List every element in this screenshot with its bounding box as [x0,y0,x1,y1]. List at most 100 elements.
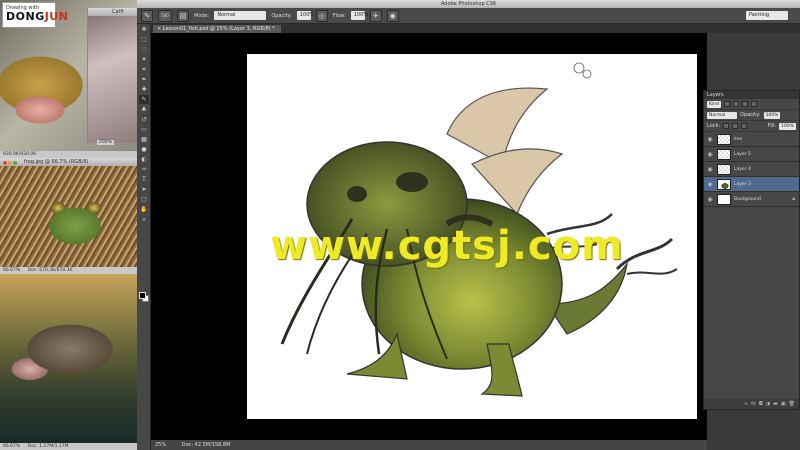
canvas-area[interactable]: www.cgtsj.com [151,33,707,440]
layers-filter-row: Kind [704,99,799,110]
fill-field[interactable]: 100% [779,122,796,130]
move-tool-icon[interactable]: ✥ [139,25,149,34]
layers-panel: Layers Kind Normal Opacity: 100% Lock: F… [703,90,800,410]
document-tab-bar: × Lesson01_fish.psd @ 25% (Layer 3, RGB/… [151,24,800,33]
brush-preset-icon[interactable]: ✎ [141,9,153,22]
pen-tool-icon[interactable]: ✑ [139,165,149,174]
healing-tool-icon[interactable]: ✚ [139,85,149,94]
blend-mode-select[interactable]: Normal [707,111,737,119]
type-tool-icon[interactable]: T [139,175,149,184]
status-zoom[interactable]: 25% [155,442,166,448]
history-brush-tool-icon[interactable]: ↺ [139,115,149,124]
frog-window-titlebar[interactable]: frog.jpg @ 66.7% (RGB/8) [0,158,137,166]
eye-icon[interactable]: ◉ [706,181,714,188]
link-layers-icon[interactable]: ∞ [744,401,748,407]
shape-tool-icon[interactable]: ▢ [139,195,149,204]
workspace-switcher[interactable]: Painting [746,11,788,20]
frog-window-status: 66.67% Doc: 670.3K/670.3K [0,267,137,274]
opacity-field[interactable]: 100% [296,11,314,20]
zoom-icon[interactable] [13,161,17,165]
eye-icon[interactable]: ◉ [706,151,714,158]
reference-inset-window[interactable]: Catfi [87,8,137,143]
inset-zoom-readout: 200% [97,140,114,145]
fish-window-doc-size: 930.0K/930.0K [3,152,37,157]
layer-row-selected[interactable]: ◉ Layer 3 [704,177,799,192]
layer-row[interactable]: ◉ Background 🔒︎ [704,192,799,207]
document-tab-label: Lesson01_fish.psd @ 25% (Layer 3, RGB/8)… [162,26,275,32]
eye-icon[interactable]: ◉ [706,136,714,143]
layer-thumbnail [717,163,731,175]
airbrush-icon[interactable]: ✈ [369,9,382,22]
pressure-opacity-icon[interactable]: ◎ [315,9,328,22]
clone-stamp-tool-icon[interactable]: ♣ [139,105,149,114]
reference-window-frog[interactable]: frog.jpg @ 66.7% (RGB/8) 66.67% Doc: 670… [0,158,137,274]
close-icon[interactable] [3,161,7,165]
fish-window-status: 930.0K/930.0K [0,151,137,158]
layer-kind-filter[interactable]: Kind [707,100,721,108]
reference-window-catfish[interactable]: 66.67% Doc: 1.17M/1.17M [0,274,137,450]
layer-row[interactable]: ◉ Layer 5 [704,147,799,162]
dodge-tool-icon[interactable]: ◐ [139,155,149,164]
lock-position-icon[interactable] [741,123,748,129]
lock-pixels-icon[interactable] [732,123,739,129]
lasso-tool-icon[interactable]: ◌ [139,45,149,54]
frog-window-zoom: 66.67% [3,268,21,273]
crop-tool-icon[interactable]: ⌗ [139,65,149,74]
layer-row[interactable]: ◉ Layer 4 [704,162,799,177]
logo-wordmark: DONGJUN [6,11,68,23]
new-group-icon[interactable]: ▬ [773,401,778,407]
path-select-tool-icon[interactable]: ➤ [139,185,149,194]
filter-pixel-icon[interactable] [723,101,730,107]
layer-name: Layer 4 [734,166,751,172]
tools-panel: ✥ ⬚ ◌ ✦ ⌗ ✒ ✚ ✎ ♣ ↺ ▭ ▦ ● ◐ ✑ T ➤ ▢ ✋ ⌕ [137,24,151,450]
status-doc-size[interactable]: Doc: 42.5M/158.8M [182,442,231,448]
gradient-tool-icon[interactable]: ▦ [139,135,149,144]
layer-name: Layer 5 [734,151,751,157]
eye-icon[interactable]: ◉ [706,166,714,173]
lock-transparency-icon[interactable] [723,123,730,129]
layer-row[interactable]: ◉ line [704,132,799,147]
delete-layer-icon[interactable]: 🗑︎ [789,401,795,407]
brush-panel-icon[interactable]: ▤ [177,9,189,22]
logo-wordmark-suffix: JUN [44,10,69,23]
layer-thumbnail [717,193,731,205]
watermark: www.cgtsj.com [270,223,624,269]
zoom-tool-icon[interactable]: ⌕ [139,215,149,224]
layer-opacity-label: Opacity: [740,112,761,118]
eye-icon[interactable]: ◉ [706,196,714,203]
eraser-tool-icon[interactable]: ▭ [139,125,149,134]
lock-label: Lock: [707,123,721,129]
document-tab[interactable]: × Lesson01_fish.psd @ 25% (Layer 3, RGB/… [153,25,281,33]
adjustment-layer-icon[interactable]: ◑ [766,401,770,407]
eyedropper-tool-icon[interactable]: ✒ [139,75,149,84]
mode-select[interactable]: Normal [214,11,267,20]
marquee-tool-icon[interactable]: ⬚ [139,35,149,44]
frog-window-doc-size: Doc: 670.3K/670.3K [27,268,73,273]
reference-window-fish[interactable]: Catfi 200% Drawing with DONGJUN 930.0K/9… [0,0,137,158]
inset-window-title-text: Catfi [112,9,124,15]
filter-type-icon[interactable] [741,101,748,107]
quick-select-tool-icon[interactable]: ✦ [139,55,149,64]
hand-tool-icon[interactable]: ✋ [139,205,149,214]
catfish-window-status: 66.67% Doc: 1.17M/1.17M [0,443,137,450]
blur-tool-icon[interactable]: ● [139,145,149,154]
dongjun-logo: Drawing with DONGJUN [2,2,68,28]
new-layer-icon[interactable]: ▣ [781,401,786,407]
layers-panel-tab[interactable]: Layers [704,91,799,99]
flow-label: Flow: [332,12,346,19]
layer-thumbnail [717,148,731,160]
layer-name: Layer 3 [734,181,751,187]
filter-adjustment-icon[interactable] [732,101,739,107]
filter-shape-icon[interactable] [750,101,757,107]
inset-window-title[interactable]: Catfi [88,8,137,16]
flow-field[interactable]: 100% [350,11,368,20]
brush-size-picker[interactable]: 500 [158,9,172,22]
reference-photo-catfish [0,274,137,443]
minimize-icon[interactable] [8,161,12,165]
foreground-color-swatch[interactable] [139,292,146,299]
layer-style-icon[interactable]: fx [751,401,756,407]
brush-tool-icon[interactable]: ✎ [139,95,149,104]
add-mask-icon[interactable]: ◘ [759,401,763,407]
layer-opacity-field[interactable]: 100% [763,111,781,119]
pressure-size-icon[interactable]: ◉ [386,9,399,22]
